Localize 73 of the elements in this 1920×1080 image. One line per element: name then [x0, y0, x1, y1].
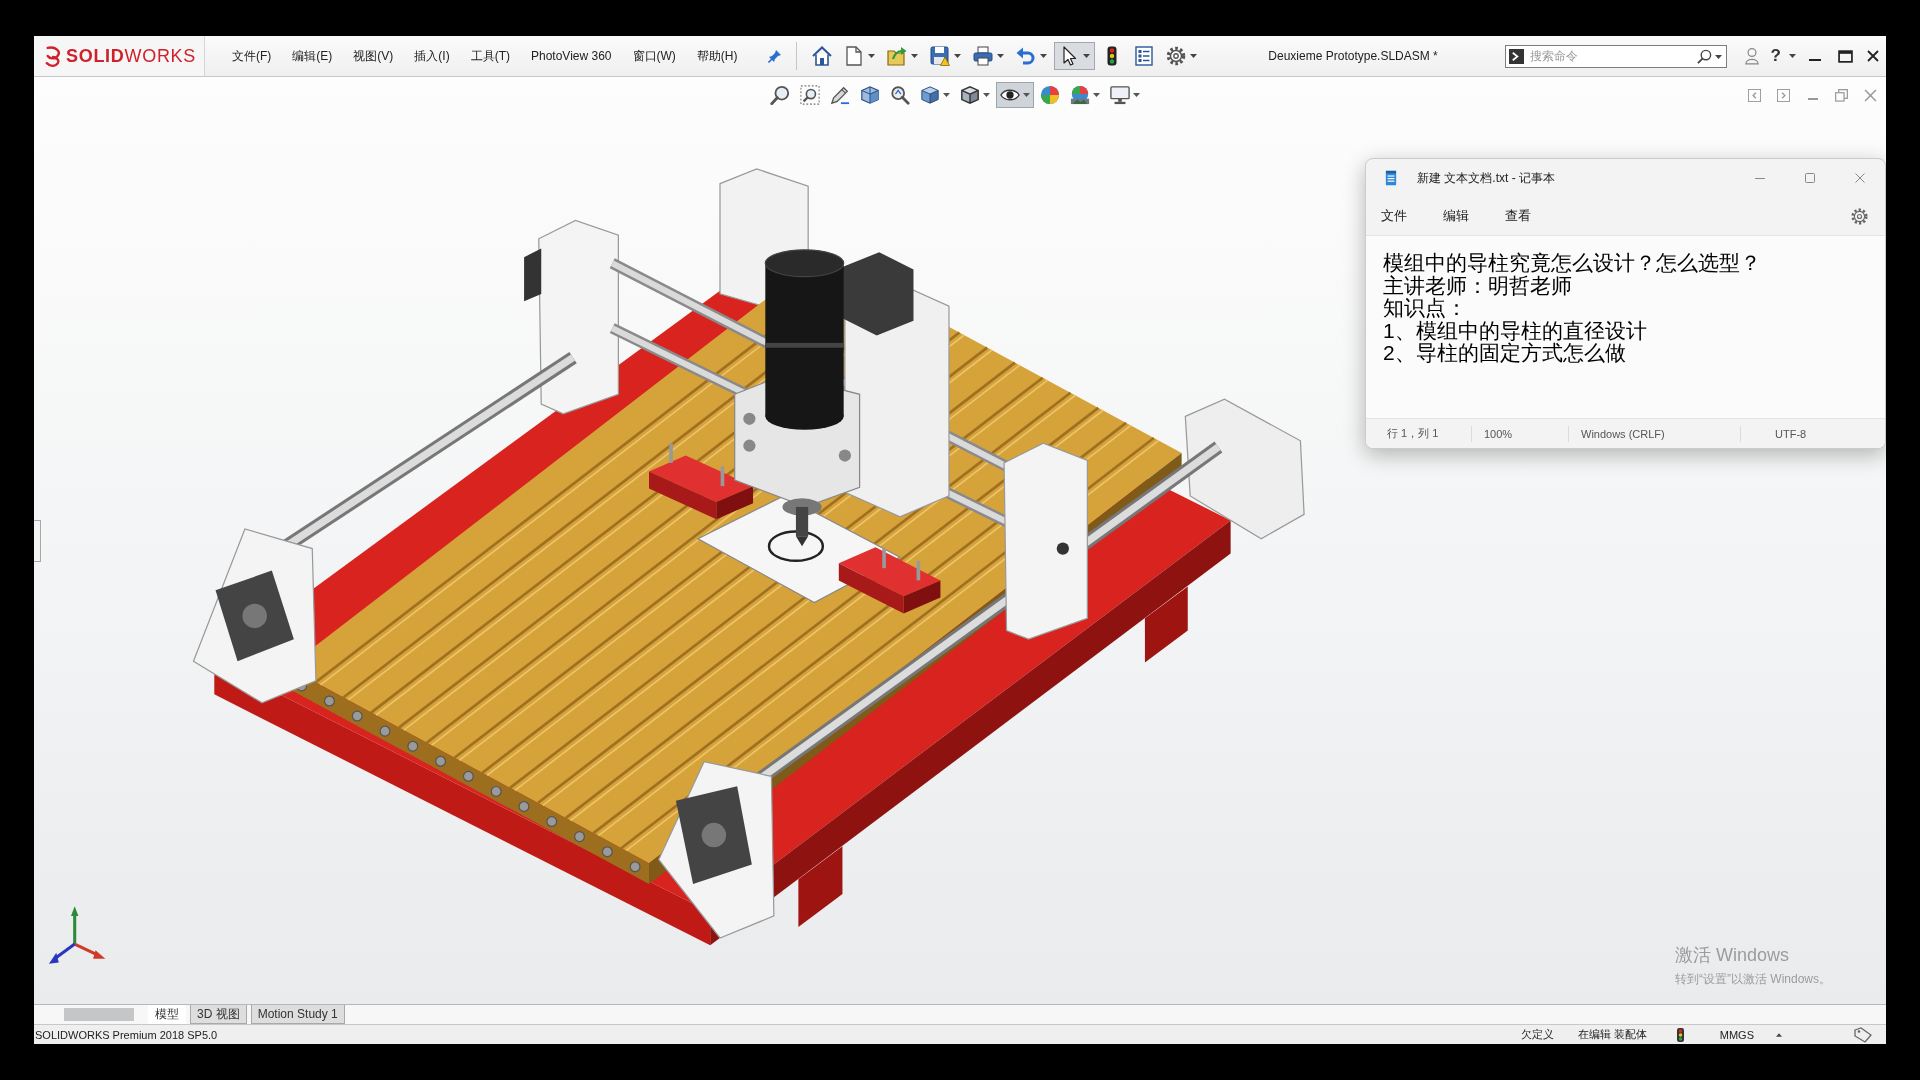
traffic-light-icon: [1676, 1027, 1684, 1042]
menu-item[interactable]: 插入(I): [414, 47, 450, 65]
zoom-icon: [770, 85, 790, 105]
zoom-area-icon: [800, 85, 820, 105]
activation-title: 激活 Windows: [1675, 944, 1790, 967]
search-icon: [1696, 48, 1712, 64]
line-ending-text: Windows (CRLF): [1581, 427, 1665, 440]
shaded-cube-icon: [960, 85, 980, 105]
editing-mode-text: 在编辑 装配体: [1577, 1027, 1647, 1042]
menu-item[interactable]: 帮助(H): [696, 47, 738, 65]
home-icon: [811, 46, 832, 66]
restore-icon: [1835, 88, 1848, 102]
menu-item[interactable]: 编辑(E): [292, 47, 333, 65]
color-ball-icon: [1040, 85, 1060, 105]
text-editor[interactable]: 模组中的导柱究竟怎么设计？怎么选型？ 主讲老师：明哲老师 知识点： 1、模组中的导柱的直径设计 2、导柱的固定方式怎么做: [1366, 236, 1885, 418]
menu-item[interactable]: 查看: [1495, 203, 1541, 229]
section-cube-icon: [860, 85, 880, 105]
activation-hint: 转到“设置”以激活 Windows。: [1675, 971, 1831, 988]
menu-item[interactable]: 编辑: [1433, 203, 1479, 229]
select-button[interactable]: [1053, 42, 1095, 70]
minimize-icon: [1807, 98, 1818, 100]
monitor-icon: [1110, 85, 1130, 105]
maximize-icon: [1837, 49, 1853, 63]
caret-icon: [1776, 1032, 1782, 1037]
minimize-icon: [1809, 59, 1821, 61]
settings-icon: [1165, 46, 1186, 66]
product-version-text: SOLIDWORKS Premium 2018 SP5.0: [35, 1028, 218, 1041]
close-icon: [1855, 173, 1865, 183]
undo-icon: [1015, 46, 1036, 66]
panel-right-icon: [1777, 88, 1790, 102]
encoding-text: UTF-8: [1775, 427, 1807, 440]
document-icon: [843, 46, 864, 66]
hide-show-button[interactable]: [996, 82, 1034, 108]
tab[interactable]: 模型: [148, 1005, 186, 1024]
search-field[interactable]: 搜索命令: [1504, 44, 1727, 68]
minimize-icon: [1755, 177, 1765, 179]
panel-left-icon: [1748, 88, 1761, 102]
menu-item[interactable]: 窗口(W): [632, 47, 676, 65]
tab[interactable]: 3D 视图: [190, 1005, 247, 1024]
list-icon: [1133, 46, 1154, 66]
caret-icon: [1714, 54, 1722, 59]
menu-item[interactable]: 工具(T): [470, 47, 510, 65]
save-icon: [929, 46, 950, 66]
help-button[interactable]: ?: [1766, 43, 1785, 69]
cube-icon: [920, 85, 940, 105]
menu-item[interactable]: 视图(V): [353, 47, 394, 65]
panel-handle[interactable]: [34, 520, 41, 562]
menu-item[interactable]: 文件(F): [232, 47, 272, 65]
definition-status-text: 欠定义: [1520, 1027, 1554, 1042]
menu-item[interactable]: PhotoView 360: [531, 47, 612, 65]
logo-text: SOLIDWORKS: [66, 45, 197, 67]
settings-icon: [1850, 207, 1868, 225]
axis-triad-icon: [49, 906, 106, 964]
tab[interactable]: Motion Study 1: [250, 1005, 345, 1024]
zoom-level-text: 100%: [1484, 427, 1513, 440]
cursor-position-text: 行 1，列 1: [1387, 426, 1439, 441]
folder-icon: [886, 46, 907, 66]
printer-icon: [972, 46, 993, 66]
pencil-icon: [830, 85, 850, 105]
user-icon: [1744, 47, 1759, 65]
caret-icon: [1789, 54, 1796, 58]
pin-icon: [767, 49, 782, 63]
menu-item[interactable]: 文件: [1371, 203, 1417, 229]
maximize-icon: [1805, 173, 1815, 183]
notepad-icon: [1385, 170, 1397, 186]
units-button[interactable]: MMGS: [1719, 1025, 1782, 1044]
window-title: 新建 文本文档.txt - 记事本: [1417, 169, 1555, 187]
close-icon: [1867, 50, 1879, 62]
document-title: Deuxieme Prototype.SLDASM *: [1267, 49, 1439, 63]
scene-ball-icon: [1070, 85, 1090, 105]
close-icon: [1864, 88, 1877, 102]
logo-mark-icon: [45, 44, 63, 68]
magnifier-icon: [890, 85, 910, 105]
